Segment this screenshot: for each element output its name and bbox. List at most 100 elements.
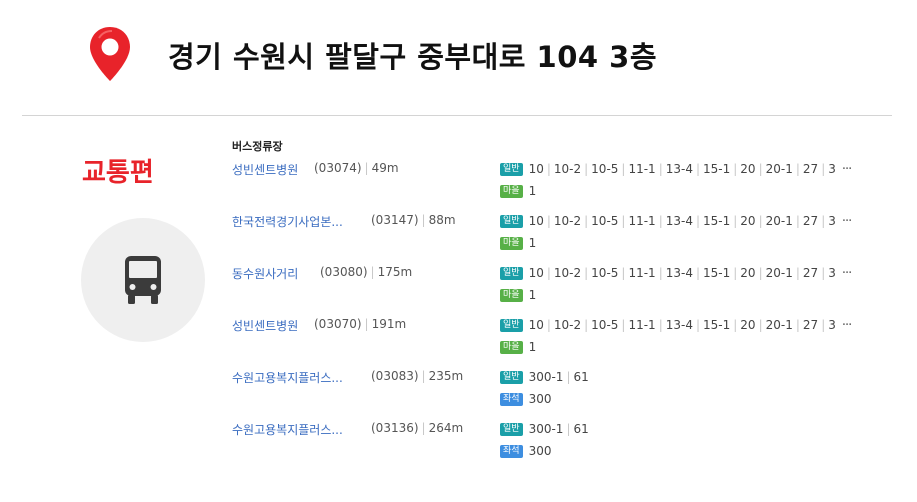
route-number-link[interactable]: 300-1 (529, 422, 564, 436)
route-numbers: 300 (529, 444, 552, 458)
route-number-link[interactable]: 15-1 (703, 266, 730, 280)
bus-stop-code-text: (03147) (371, 213, 419, 227)
stops-heading: 버스정류장 (232, 140, 283, 153)
separator: | (795, 214, 800, 228)
route-number-link[interactable]: 20-1 (766, 318, 793, 332)
route-number-link[interactable]: 10-5 (591, 318, 618, 332)
bus-stop-code: (03083) | 235m (371, 369, 463, 383)
separator: | (658, 162, 663, 176)
route-type-badge: 일반 (500, 318, 523, 332)
separator: | (364, 161, 369, 175)
address-title: 경기 수원시 팔달구 중부대로 104 3층 (168, 40, 658, 74)
route-numbers: 1 (529, 340, 537, 354)
route-line-village: 마을 1 (500, 339, 536, 355)
bus-stop-name-link[interactable]: 수원고용복지플러스... (232, 369, 343, 386)
route-number-link[interactable]: 3 (828, 162, 836, 176)
separator: | (546, 162, 551, 176)
route-number-link[interactable]: 13-4 (666, 266, 693, 280)
separator: | (821, 214, 826, 228)
route-number-link[interactable]: 300 (529, 392, 552, 406)
separator: | (733, 214, 738, 228)
bus-stop-name-link[interactable]: 동수원사거리 (232, 265, 298, 282)
bus-stop-name-link[interactable]: 성빈센트병원 (232, 161, 298, 178)
route-number-link[interactable]: 1 (529, 288, 537, 302)
separator: | (421, 421, 426, 435)
route-number-link[interactable]: 11-1 (628, 214, 655, 228)
route-number-link[interactable]: 1 (529, 184, 537, 198)
route-number-link[interactable]: 13-4 (666, 318, 693, 332)
route-number-link[interactable]: 10 (529, 318, 544, 332)
route-number-link[interactable]: 11-1 (628, 318, 655, 332)
route-type-badge: 일반 (500, 370, 523, 384)
route-line-village: 마을 1 (500, 235, 536, 251)
route-line-seat: 좌석 300 (500, 443, 551, 459)
route-number-link[interactable]: 3 (828, 266, 836, 280)
route-number-link[interactable]: 20 (740, 214, 755, 228)
route-number-link[interactable]: 20-1 (766, 266, 793, 280)
route-number-link[interactable]: 3 (828, 214, 836, 228)
route-numbers: 10 | 10-2 | 10-5 | 11-1 | 13-4 | 15-1 | 20 | 20-1 | 27 | 3 (529, 214, 836, 228)
route-line-general: 일반 300-1 | 61 (500, 369, 589, 385)
separator: | (584, 162, 589, 176)
route-number-link[interactable]: 61 (573, 422, 588, 436)
route-number-link[interactable]: 10-5 (591, 266, 618, 280)
route-number-link[interactable]: 15-1 (703, 162, 730, 176)
separator: | (733, 266, 738, 280)
bus-stop-row: 성빈센트병원 (03074) | 49m 일반 10 | 10-2 | 10-5 | 11-1 | 13-… (232, 161, 872, 205)
route-number-link[interactable]: 13-4 (666, 214, 693, 228)
route-line-village: 마을 1 (500, 287, 536, 303)
separator: | (621, 318, 626, 332)
route-number-link[interactable]: 27 (803, 162, 818, 176)
more-icon[interactable]: ··· (842, 318, 852, 333)
more-icon[interactable]: ··· (842, 214, 852, 229)
route-number-link[interactable]: 20-1 (766, 162, 793, 176)
bus-stop-distance: 191m (371, 317, 407, 331)
route-number-link[interactable]: 10 (529, 266, 544, 280)
bus-stop-name-link[interactable]: 성빈센트병원 (232, 317, 298, 334)
bus-stop-name-link[interactable]: 수원고용복지플러스... (232, 421, 343, 438)
route-number-link[interactable]: 27 (803, 214, 818, 228)
bus-stop-name-link[interactable]: 한국전력경기사업본... (232, 213, 343, 230)
route-number-link[interactable]: 15-1 (703, 214, 730, 228)
route-number-link[interactable]: 27 (803, 318, 818, 332)
bus-stop-code-text: (03080) (320, 265, 368, 279)
route-number-link[interactable]: 27 (803, 266, 818, 280)
separator: | (364, 317, 369, 331)
route-number-link[interactable]: 20-1 (766, 214, 793, 228)
separator: | (621, 162, 626, 176)
route-number-link[interactable]: 20 (740, 318, 755, 332)
separator: | (621, 266, 626, 280)
bus-stop-distance: 88m (428, 213, 456, 227)
more-icon[interactable]: ··· (842, 266, 852, 281)
route-line-general: 일반 10 | 10-2 | 10-5 | 11-1 | 13-4 | 15-1 | 20 | 20-1 | 27… (500, 265, 852, 281)
route-number-link[interactable]: 10 (529, 162, 544, 176)
route-number-link[interactable]: 15-1 (703, 318, 730, 332)
route-line-general: 일반 10 | 10-2 | 10-5 | 11-1 | 13-4 | 15-1 | 20 | 20-1 | 27… (500, 317, 852, 333)
route-number-link[interactable]: 10-2 (554, 214, 581, 228)
route-number-link[interactable]: 10-2 (554, 318, 581, 332)
route-number-link[interactable]: 11-1 (628, 162, 655, 176)
separator: | (758, 266, 763, 280)
route-number-link[interactable]: 10-2 (554, 162, 581, 176)
route-number-link[interactable]: 10-5 (591, 214, 618, 228)
route-number-link[interactable]: 1 (529, 236, 537, 250)
route-number-link[interactable]: 1 (529, 340, 537, 354)
separator: | (695, 162, 701, 176)
route-number-link[interactable]: 13-4 (666, 162, 693, 176)
route-number-link[interactable]: 10-5 (591, 162, 618, 176)
route-number-link[interactable]: 10-2 (554, 266, 581, 280)
more-icon[interactable]: ··· (842, 162, 852, 177)
route-number-link[interactable]: 20 (740, 266, 755, 280)
separator: | (658, 318, 663, 332)
route-number-link[interactable]: 11-1 (628, 266, 655, 280)
route-number-link[interactable]: 300-1 (529, 370, 564, 384)
route-number-link[interactable]: 300 (529, 444, 552, 458)
route-line-general: 일반 10 | 10-2 | 10-5 | 11-1 | 13-4 | 15-1 | 20 | 20-1 | 27… (500, 213, 852, 229)
bus-icon (125, 256, 161, 304)
route-number-link[interactable]: 3 (828, 318, 836, 332)
route-number-link[interactable]: 20 (740, 162, 755, 176)
route-type-badge: 마을 (500, 288, 523, 302)
separator: | (370, 265, 375, 279)
route-number-link[interactable]: 10 (529, 214, 544, 228)
route-number-link[interactable]: 61 (573, 370, 588, 384)
